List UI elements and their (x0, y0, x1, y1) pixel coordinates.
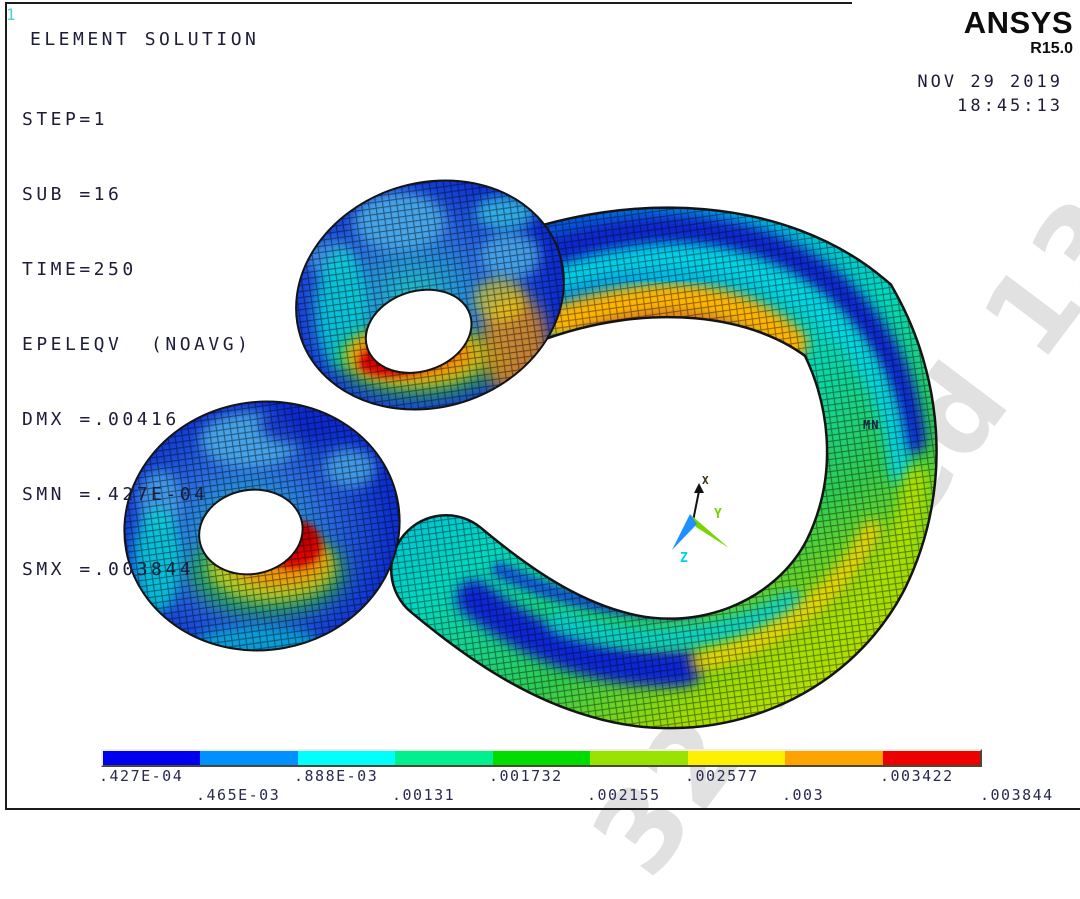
legend-color-segment (395, 751, 492, 765)
min-strain-marker: MN (863, 418, 879, 432)
legend-value-label: .001732 (489, 767, 563, 785)
legend-color-segment (103, 751, 200, 765)
ansys-release-label: R15.0 (1030, 40, 1073, 58)
triad-x-label: X (702, 474, 709, 487)
contour-legend (101, 749, 982, 767)
legend-value-label: .003422 (880, 767, 954, 785)
legend-value-label: .002155 (587, 786, 661, 804)
plot-date: NOV 29 2019 (917, 70, 1063, 95)
legend-color-segment (883, 751, 980, 765)
legend-color-segment (590, 751, 687, 765)
plot-number: 1 (6, 2, 16, 27)
triad-y-label: Y (714, 507, 722, 522)
legend-color-segment (688, 751, 785, 765)
analysis-smn: SMN =.427E-04 (22, 482, 251, 507)
legend-value-label: .427E-04 (99, 767, 183, 785)
legend-value-label: .465E-03 (196, 786, 280, 804)
analysis-dmx: DMX =.00416 (22, 407, 251, 432)
viewport-border-bottom (5, 808, 1080, 810)
analysis-time: TIME=250 (22, 257, 251, 282)
triad-z-label: Z (680, 551, 688, 566)
legend-value-label: .00131 (392, 786, 455, 804)
analysis-step: STEP=1 (22, 107, 251, 132)
viewport-border-left (5, 2, 7, 810)
legend-color-segment (785, 751, 882, 765)
plot-time: 18:45:13 (957, 94, 1063, 119)
analysis-smx: SMX =.003844 (22, 557, 251, 582)
viewport-border-top (5, 2, 852, 4)
solution-title: ELEMENT SOLUTION (30, 27, 259, 52)
ansys-logo: ANSYS (964, 5, 1073, 41)
legend-value-label: .003844 (980, 786, 1054, 804)
analysis-substep: SUB =16 (22, 182, 251, 207)
legend-value-label: .002577 (685, 767, 759, 785)
legend-color-segment (200, 751, 297, 765)
analysis-result-item: EPELEQV (NOAVG) (22, 332, 251, 357)
analysis-info-block: STEP=1 SUB =16 TIME=250 EPELEQV (NOAVG) … (22, 57, 251, 607)
legend-color-segment (493, 751, 590, 765)
legend-value-label: .003 (782, 786, 824, 804)
legend-color-segment (298, 751, 395, 765)
legend-value-label: .888E-03 (294, 767, 378, 785)
